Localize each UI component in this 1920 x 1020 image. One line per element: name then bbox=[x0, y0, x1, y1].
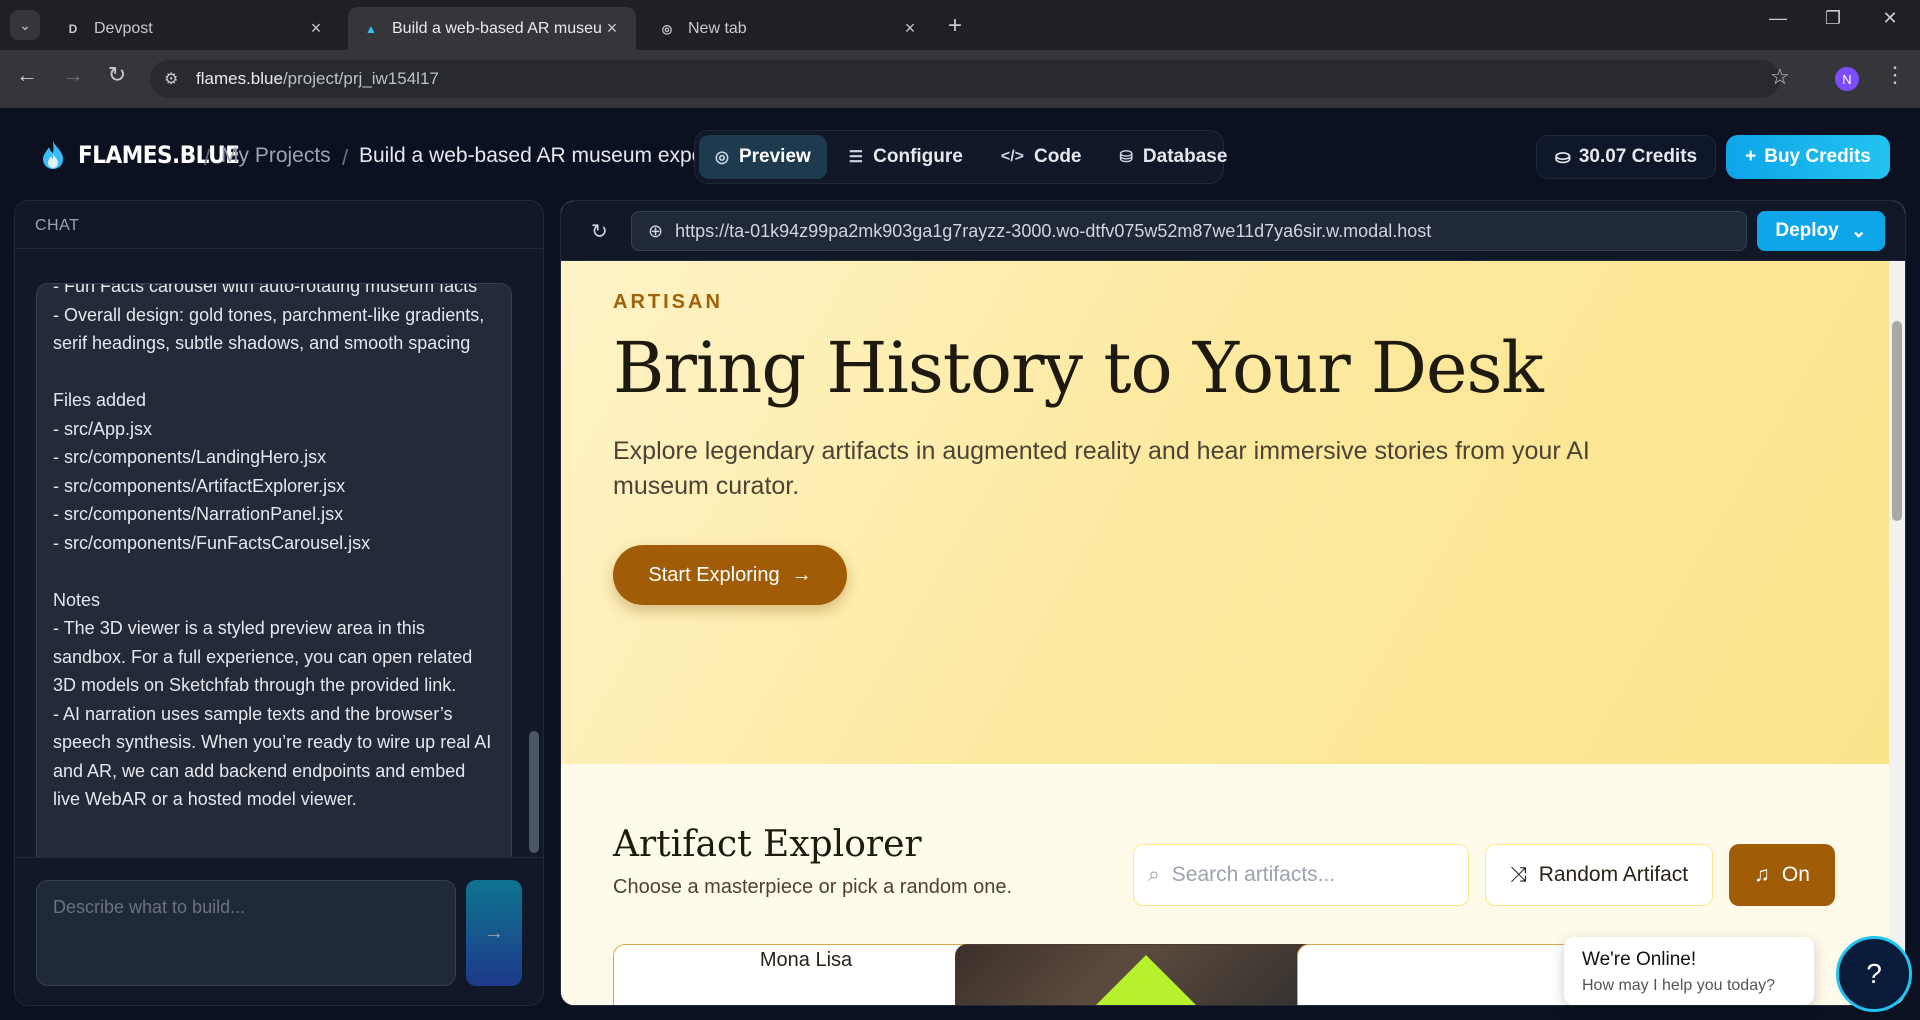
view-switcher: ◎ Preview ☰ Configure </> Code ⛁ Database bbox=[694, 130, 1227, 184]
tab-configure[interactable]: ☰ Configure bbox=[833, 135, 979, 179]
tab-search-button[interactable]: ⌄ bbox=[10, 10, 40, 40]
devpost-favicon: D bbox=[68, 21, 78, 36]
tab-code[interactable]: </> Code bbox=[985, 135, 1098, 179]
message-text: - Fun Facts carousel with auto-rotating … bbox=[53, 283, 492, 809]
shuffle-icon: ⤨ bbox=[1509, 863, 1527, 886]
credits-badge[interactable]: ⛀ 30.07 Credits bbox=[1536, 135, 1716, 179]
send-button[interactable]: → bbox=[466, 880, 522, 986]
breadcrumb-projects[interactable]: My Projects bbox=[221, 144, 331, 168]
support-popup[interactable]: We're Online! How may I help you today? bbox=[1564, 937, 1814, 1005]
buy-credits-button[interactable]: + Buy Credits bbox=[1726, 135, 1890, 179]
prompt-input[interactable]: Describe what to build... bbox=[36, 880, 456, 986]
chat-scroll-area[interactable]: - Fun Facts carousel with auto-rotating … bbox=[15, 249, 543, 857]
breadcrumb-separator: / bbox=[342, 145, 349, 170]
preview-url: https://ta-01k94z99pa2mk903ga1g7rayzz-30… bbox=[675, 220, 1432, 241]
section-title: Artifact Explorer bbox=[613, 824, 922, 865]
profile-avatar[interactable]: N bbox=[1835, 67, 1859, 91]
landing-hero: ARTISAN Bring History to Your Desk Explo… bbox=[561, 261, 1891, 764]
close-icon[interactable]: × bbox=[306, 18, 326, 39]
tab-new[interactable]: ◎ New tab × bbox=[644, 7, 934, 50]
tab-title: New tab bbox=[688, 19, 747, 37]
hero-lede: Explore legendary artifacts in augmented… bbox=[613, 437, 1590, 500]
flame-logo-icon bbox=[43, 141, 63, 169]
chat-bubble-icon: ? bbox=[1866, 958, 1882, 989]
tab-database[interactable]: ⛁ Database bbox=[1104, 135, 1244, 179]
address-url: flames.blue/project/prj_iw154l17 bbox=[196, 69, 439, 88]
globe-icon: ⊕ bbox=[648, 220, 664, 241]
hero-eyebrow: ARTISAN bbox=[613, 291, 723, 313]
breadcrumb-separator: / bbox=[204, 145, 211, 170]
tab-preview[interactable]: ◎ Preview bbox=[699, 135, 827, 179]
plus-icon: + bbox=[1745, 146, 1757, 167]
start-exploring-button[interactable]: Start Exploring → bbox=[613, 545, 847, 605]
address-bar[interactable]: ⚙ flames.blue/project/prj_iw154l17 bbox=[150, 60, 1780, 98]
site-info-icon[interactable]: ⚙ bbox=[164, 69, 188, 89]
hero-title: Bring History to Your Desk bbox=[613, 327, 1544, 409]
database-icon: ⛁ bbox=[1119, 149, 1133, 166]
tab-flames[interactable]: ▲ Build a web-based AR museum × bbox=[348, 7, 636, 50]
reload-icon[interactable]: ↻ bbox=[102, 62, 132, 88]
back-icon[interactable]: ← bbox=[12, 62, 42, 88]
music-toggle-button[interactable]: ♫ On bbox=[1729, 844, 1835, 906]
minimize-icon[interactable]: — bbox=[1758, 8, 1798, 29]
preview-panel: ↻ ⊕ https://ta-01k94z99pa2mk903ga1g7rayzz… bbox=[560, 200, 1906, 1006]
preview-scrollbar[interactable] bbox=[1889, 261, 1905, 1005]
tab-title: Build a web-based AR museum bbox=[392, 19, 602, 37]
brand-name: FLAMES.BLUE bbox=[78, 141, 240, 169]
random-artifact-button[interactable]: ⤨ Random Artifact bbox=[1485, 844, 1713, 906]
preview-url-field[interactable]: ⊕ https://ta-01k94z99pa2mk903ga1g7rayzz-3… bbox=[631, 211, 1747, 251]
chat-scrollbar[interactable] bbox=[529, 731, 539, 853]
artifact-search-input[interactable]: ⌕ Search artifacts... bbox=[1133, 844, 1469, 906]
tab-devpost[interactable]: D Devpost × bbox=[50, 7, 340, 50]
support-subtitle: How may I help you today? bbox=[1582, 977, 1775, 994]
card-image bbox=[1076, 955, 1216, 1005]
coins-icon: ⛀ bbox=[1554, 146, 1571, 168]
bookmark-star-icon[interactable]: ☆ bbox=[1770, 64, 1790, 90]
artifact-card[interactable] bbox=[955, 944, 1341, 1005]
chevron-down-icon: ⌄ bbox=[1850, 220, 1867, 242]
scroll-thumb[interactable] bbox=[1892, 321, 1902, 521]
breadcrumb-current: Build a web-based AR museum experience bbox=[359, 144, 699, 167]
browser-menu-icon[interactable]: ⋮ bbox=[1884, 62, 1906, 88]
browser-tab-strip: ⌄ D Devpost × ▲ Build a web-based AR mus… bbox=[0, 0, 1920, 50]
refresh-icon[interactable]: ↻ bbox=[591, 219, 608, 244]
deploy-button[interactable]: Deploy ⌄ bbox=[1757, 211, 1885, 251]
code-icon: </> bbox=[1000, 148, 1024, 165]
window-close-icon[interactable]: ✕ bbox=[1870, 8, 1910, 29]
support-title: We're Online! bbox=[1582, 949, 1697, 970]
preview-toolbar: ↻ ⊕ https://ta-01k94z99pa2mk903ga1g7rayzz… bbox=[561, 201, 1905, 261]
chrome-favicon-icon: ◎ bbox=[661, 21, 673, 36]
section-subtitle: Choose a masterpiece or pick a random on… bbox=[613, 876, 1013, 898]
arrow-right-icon: → bbox=[791, 563, 812, 586]
forward-icon[interactable]: → bbox=[58, 62, 88, 88]
chat-header: CHAT bbox=[15, 201, 543, 249]
close-icon[interactable]: × bbox=[602, 18, 622, 39]
music-note-icon: ♫ bbox=[1754, 863, 1770, 886]
chat-composer: Describe what to build... → bbox=[15, 857, 543, 1005]
compass-icon: ◎ bbox=[715, 149, 729, 166]
artifact-card[interactable]: Mona Lisa bbox=[613, 944, 999, 1005]
new-tab-button[interactable]: + bbox=[948, 12, 962, 40]
assistant-message: - Fun Facts carousel with auto-rotating … bbox=[36, 283, 512, 857]
support-chat-button[interactable]: ? bbox=[1836, 936, 1912, 1012]
sliders-icon: ☰ bbox=[848, 149, 864, 166]
card-image-alt: Mona Lisa bbox=[759, 949, 853, 971]
chat-panel: CHAT - Fun Facts carousel with auto-rota… bbox=[14, 200, 544, 1006]
close-icon[interactable]: × bbox=[900, 18, 920, 39]
tab-title: Devpost bbox=[94, 19, 153, 37]
flame-favicon-icon: ▲ bbox=[365, 21, 377, 36]
search-icon: ⌕ bbox=[1148, 863, 1160, 886]
restore-icon[interactable]: ❐ bbox=[1813, 8, 1853, 29]
